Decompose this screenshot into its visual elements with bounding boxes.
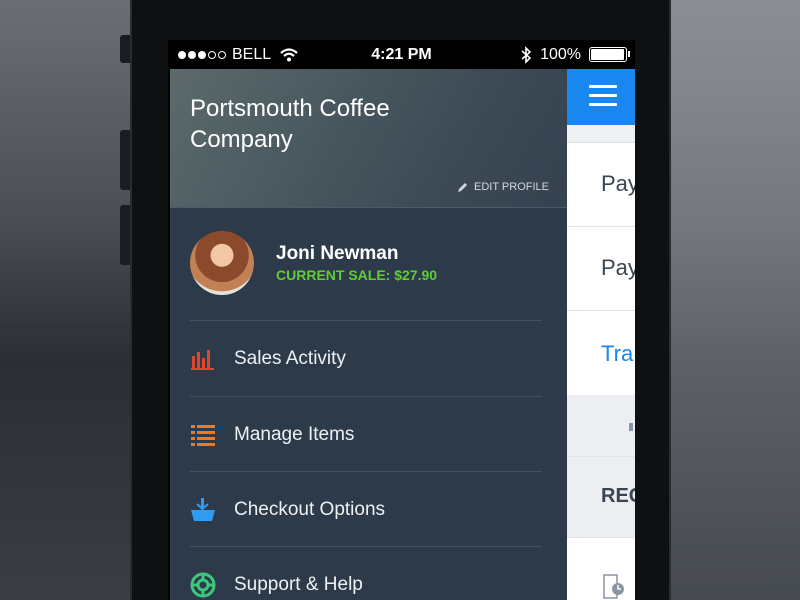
bluetooth-icon: [521, 45, 532, 64]
pencil-icon: [458, 183, 468, 192]
panel-section-gap: [567, 395, 635, 455]
drawer-header: Portsmouth Coffee Company EDIT PROFILE: [170, 69, 567, 208]
company-name: Portsmouth Coffee Company: [190, 95, 390, 153]
edit-profile-label: EDIT PROFILE: [474, 181, 549, 193]
panel-row[interactable]: Pay: [567, 226, 635, 310]
user-name: Joni Newman: [276, 243, 399, 264]
menu-item-manage-items[interactable]: Manage Items: [170, 397, 567, 472]
panel-marker: [629, 423, 633, 431]
panel-header: [567, 69, 635, 125]
bar-chart-icon: [190, 346, 216, 372]
phone-volume-up: [120, 130, 130, 190]
menu-label: Checkout Options: [234, 498, 386, 520]
main-panel-peek[interactable]: Pay Pay Tra REC: [567, 69, 635, 600]
phone-volume-down: [120, 205, 130, 265]
basket-icon: [190, 497, 216, 523]
phone-screen: BELL 4:21 PM 100% Portsmouth Coffee Comp…: [168, 40, 635, 600]
panel-row-label: Pay: [601, 255, 635, 280]
phone-mute-switch: [120, 35, 130, 63]
receipt-icon: [603, 574, 624, 599]
avatar: [190, 231, 254, 295]
panel-section-header: REC: [567, 456, 635, 537]
menu-item-checkout-options[interactable]: Checkout Options: [170, 472, 567, 547]
navigation-drawer: Portsmouth Coffee Company EDIT PROFILE J…: [170, 69, 567, 600]
lifebuoy-icon: [190, 572, 216, 598]
panel-row[interactable]: Pay: [567, 142, 635, 226]
panel-row[interactable]: Tra: [567, 310, 635, 395]
menu-item-sales-activity[interactable]: Sales Activity: [170, 321, 567, 396]
current-sale: CURRENT SALE: $27.90: [276, 267, 438, 283]
background-blur-right: [665, 0, 800, 600]
menu-label: Sales Activity: [234, 347, 346, 369]
battery-percent: 100%: [540, 46, 581, 63]
panel-row-label: Tra: [601, 341, 634, 366]
battery-icon: [589, 47, 630, 62]
hamburger-menu-icon[interactable]: [589, 85, 617, 112]
menu-item-support-help[interactable]: Support & Help: [170, 547, 567, 600]
background-blur-left: [0, 0, 130, 600]
edit-profile-button[interactable]: EDIT PROFILE: [457, 181, 549, 193]
panel-row[interactable]: [567, 537, 635, 600]
menu-label: Support & Help: [234, 573, 363, 595]
list-icon: [190, 422, 216, 448]
menu-label: Manage Items: [234, 423, 355, 445]
panel-section-label: REC: [601, 485, 635, 507]
panel-row-label: Pay: [601, 171, 635, 196]
status-bar: BELL 4:21 PM 100%: [168, 40, 635, 69]
user-profile[interactable]: Joni Newman CURRENT SALE: $27.90: [170, 208, 567, 319]
